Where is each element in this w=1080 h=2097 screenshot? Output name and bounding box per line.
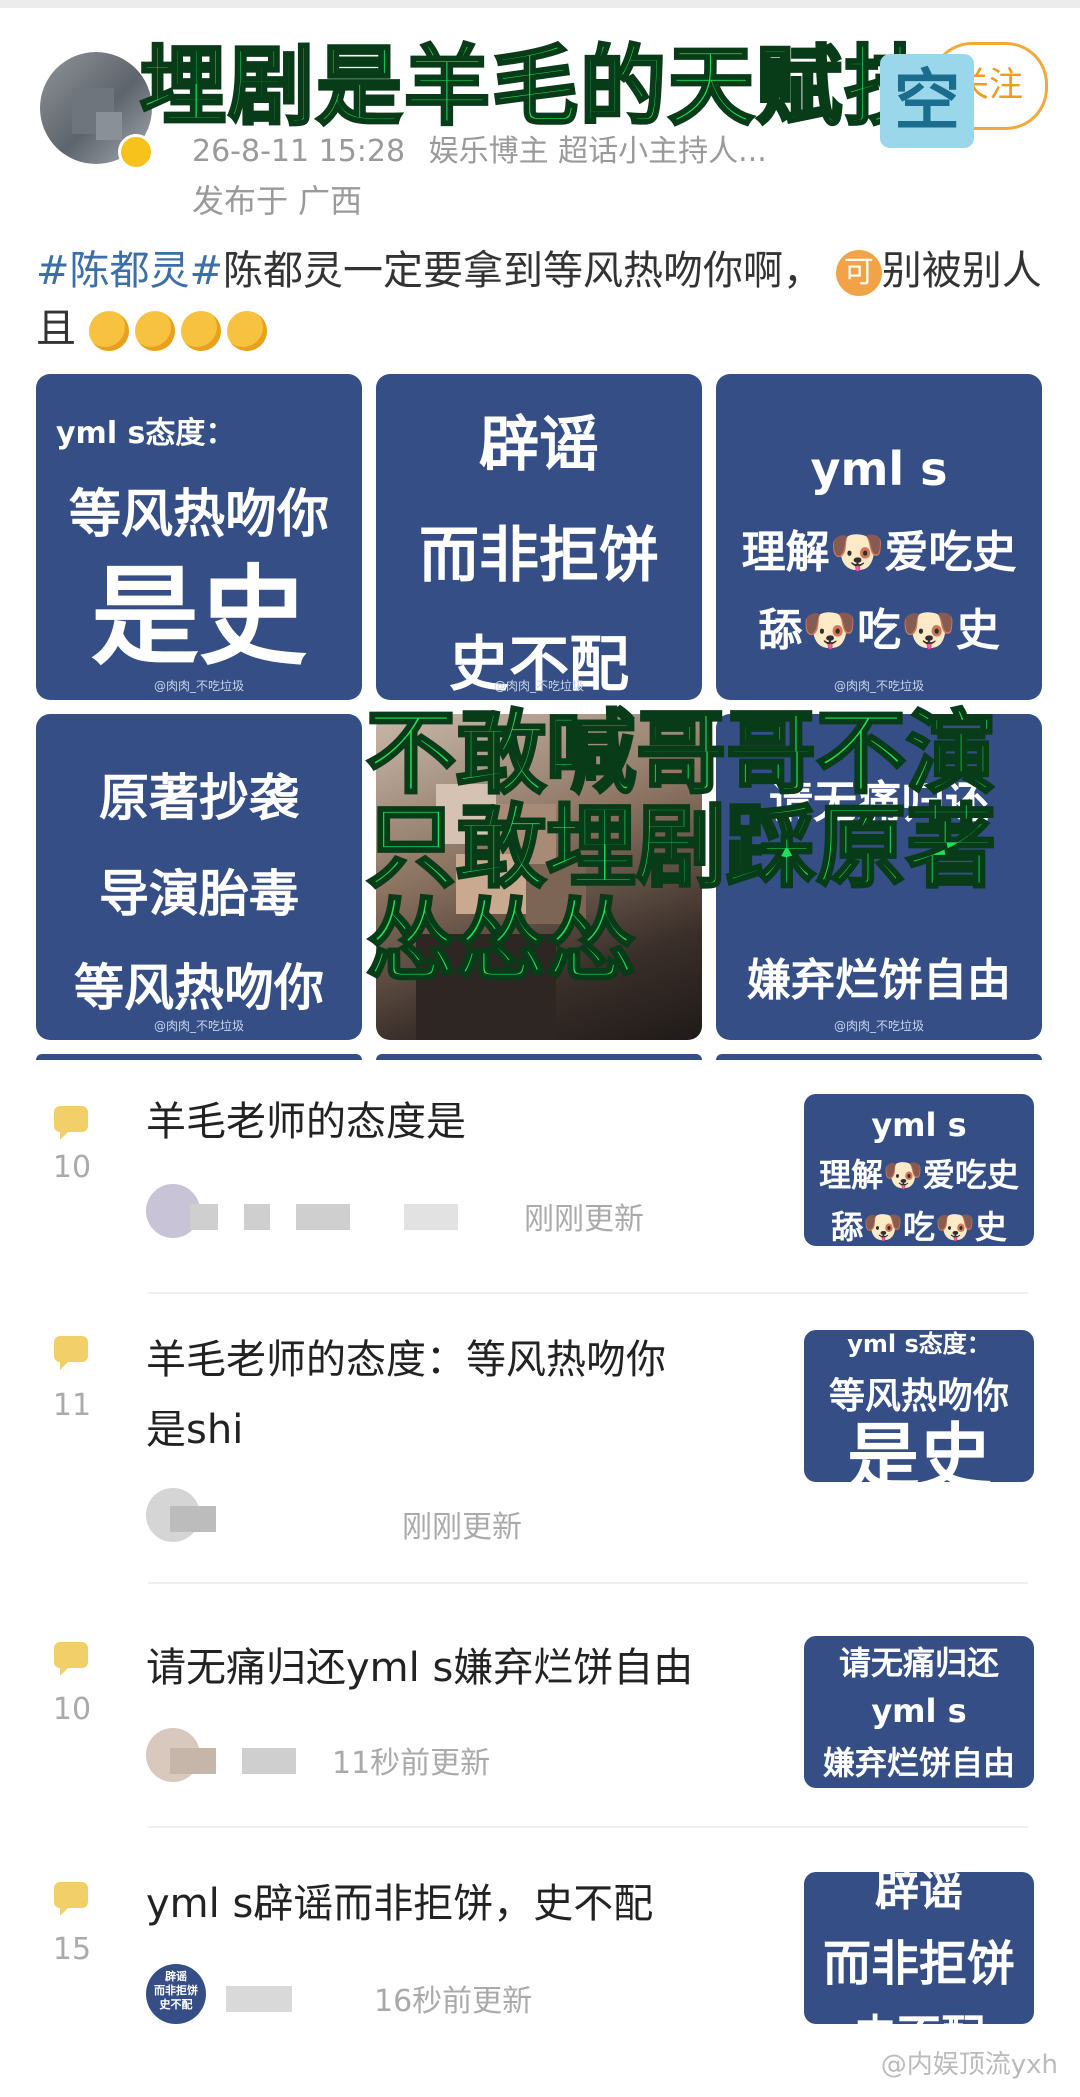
tile-text: 理解🐶爱吃史 [741, 527, 1017, 578]
comment-text[interactable]: 请无痛归还yml s嫌弃烂饼自由 [146, 1634, 693, 1702]
post-body: #陈都灵#陈都灵一定要拿到等风热吻你啊， 可别被别人且 [36, 242, 1046, 358]
blurred-username [244, 1204, 270, 1230]
thumb-text: 辟谣 [875, 1872, 963, 1916]
comment-bubble-icon [54, 1336, 88, 1370]
thumb-text: yml s [871, 1106, 967, 1144]
tile-text: 舔🐶吃🐶史 [758, 605, 1000, 656]
tile-text: 等风热吻你 [68, 485, 329, 545]
grid-image-8-edge [376, 1054, 702, 1060]
comment-count: 10 [52, 1150, 92, 1185]
blurred-username [404, 1204, 458, 1230]
thumb-text: 而非拒饼 [822, 1936, 1015, 1992]
post-text-a: 陈都灵一定要拿到等风热吻你啊， [223, 248, 824, 294]
tile-text: 而非拒饼 [419, 521, 659, 591]
pleading-face-icon [88, 311, 129, 351]
thumb-text: 等风热吻你 [828, 1376, 1009, 1417]
top-status-strip [0, 0, 1080, 8]
pleading-face-icon [180, 311, 221, 351]
comment-thumbnail[interactable]: 辟谣 而非拒饼 史不配 [804, 1872, 1034, 2024]
footer-watermark: @内娱顶流yxh [880, 2050, 1058, 2080]
tile-text: 等风热吻你 [74, 959, 324, 1017]
tile-text: 辟谣 [479, 410, 599, 480]
overlay-title-text: 埋剧是羊毛的天赋技 [139, 37, 932, 137]
comment-count: 15 [52, 1932, 92, 1967]
tile-watermark: @肉肉_不吃垃圾 [833, 1019, 924, 1033]
grid-image-7-edge [36, 1054, 362, 1060]
grid-image-1[interactable]: yml s态度： 等风热吻你 是史 @肉肉_不吃垃圾 [36, 374, 362, 700]
tile-watermark: @肉肉_不吃垃圾 [153, 679, 244, 693]
tile-watermark: @肉肉_不吃垃圾 [833, 679, 924, 693]
comment-divider [148, 1826, 1028, 1828]
ke-badge-icon: 可 [835, 250, 882, 296]
comment-divider [148, 1292, 1028, 1294]
comment-text-line-1[interactable]: 羊毛老师的态度：等风热吻你 [146, 1326, 666, 1394]
thumb-text: 舔🐶吃🐶史 [831, 1208, 1007, 1246]
comment-time: 11秒前更新 [332, 1746, 491, 1781]
comment-time: 16秒前更新 [374, 1984, 533, 2019]
comment-thumbnail[interactable]: yml s态度： 等风热吻你 是史 [804, 1330, 1034, 1482]
blurred-username [170, 1748, 216, 1774]
tile-watermark: @肉肉_不吃垃圾 [153, 1019, 244, 1033]
thumb-text: 理解🐶爱吃史 [819, 1156, 1019, 1194]
comment-divider [148, 1582, 1028, 1584]
grid-image-2[interactable]: 辟谣 而非拒饼 史不配 @肉肉_不吃垃圾 [376, 374, 702, 700]
grid-image-9-edge [716, 1054, 1042, 1060]
thumb-text: yml s [871, 1692, 967, 1730]
thumb-text: 是史 [846, 1415, 991, 1482]
topic-tag-link[interactable]: #陈都灵# [36, 248, 223, 294]
avatar-text: 辟谣 [165, 1970, 187, 1983]
tile-text: 嫌弃烂饼自由 [747, 955, 1011, 1006]
tile-text: 是史 [90, 555, 307, 680]
blurred-username [296, 1204, 350, 1230]
thumb-text: 嫌弃烂饼自由 [822, 1744, 1015, 1782]
comment-thumbnail[interactable]: 请无痛归还 yml s 嫌弃烂饼自由 [804, 1636, 1034, 1788]
tile-text: 原著抄袭 [99, 769, 299, 827]
avatar-text: 史不配 [159, 1998, 193, 2011]
comment-text[interactable]: yml s辟谣而非拒饼，史不配 [146, 1870, 653, 1938]
comment-count: 11 [52, 1388, 92, 1423]
grid-image-4[interactable]: 原著抄袭 导演胎毒 等风热吻你 @肉肉_不吃垃圾 [36, 714, 362, 1040]
tile-watermark: @肉肉_不吃垃圾 [493, 679, 584, 693]
overlay-caption-line-1: 不敢喊哥哥不演 [365, 701, 998, 806]
kong-emoji-icon: 空 [880, 54, 974, 148]
grid-image-3[interactable]: yml s 理解🐶爱吃史 舔🐶吃🐶史 @肉肉_不吃垃圾 [716, 374, 1042, 700]
blurred-username [242, 1748, 296, 1774]
comment-time: 刚刚更新 [524, 1202, 644, 1237]
avatar-mosaic [96, 112, 122, 140]
post-timestamp: 26-8-11 15:28 [192, 134, 406, 169]
thumb-text: yml s态度： [847, 1330, 991, 1358]
comment-bubble-icon [54, 1642, 88, 1676]
thumb-text: 请无痛归还 [838, 1644, 999, 1682]
tile-text: yml s [810, 442, 948, 496]
blurred-username [170, 1506, 216, 1532]
comment-bubble-icon [54, 1882, 88, 1916]
commenter-avatar[interactable]: 辟谣 而非拒饼 史不配 [146, 1964, 206, 2024]
overlay-caption-line-2: 只敢埋剧踩原著 [365, 795, 998, 900]
tile-text: 导演胎毒 [99, 865, 299, 923]
overlay-caption-line-3: 怂怂怂 [365, 889, 638, 994]
author-description: 娱乐博主 超话小主持人... [428, 134, 767, 169]
pleading-face-icon [134, 311, 175, 351]
comment-time: 刚刚更新 [402, 1510, 522, 1545]
avatar-text: 而非拒饼 [154, 1984, 198, 1997]
pleading-face-icon [226, 311, 267, 351]
thumb-text: 史不配 [804, 2000, 1034, 2024]
comment-bubble-icon [54, 1106, 88, 1140]
comment-thumbnail[interactable]: yml s 理解🐶爱吃史 舔🐶吃🐶史 [804, 1094, 1034, 1246]
comment-text[interactable]: 羊毛老师的态度是 [146, 1088, 466, 1156]
tile-text: yml s态度： [56, 416, 236, 451]
comment-count: 10 [52, 1692, 92, 1727]
verified-badge-icon [118, 134, 154, 170]
post-location: 发布于 广西 [192, 182, 363, 220]
comment-text-line-2[interactable]: 是shi [146, 1396, 243, 1464]
blurred-username [190, 1204, 218, 1230]
blurred-username [226, 1986, 292, 2012]
